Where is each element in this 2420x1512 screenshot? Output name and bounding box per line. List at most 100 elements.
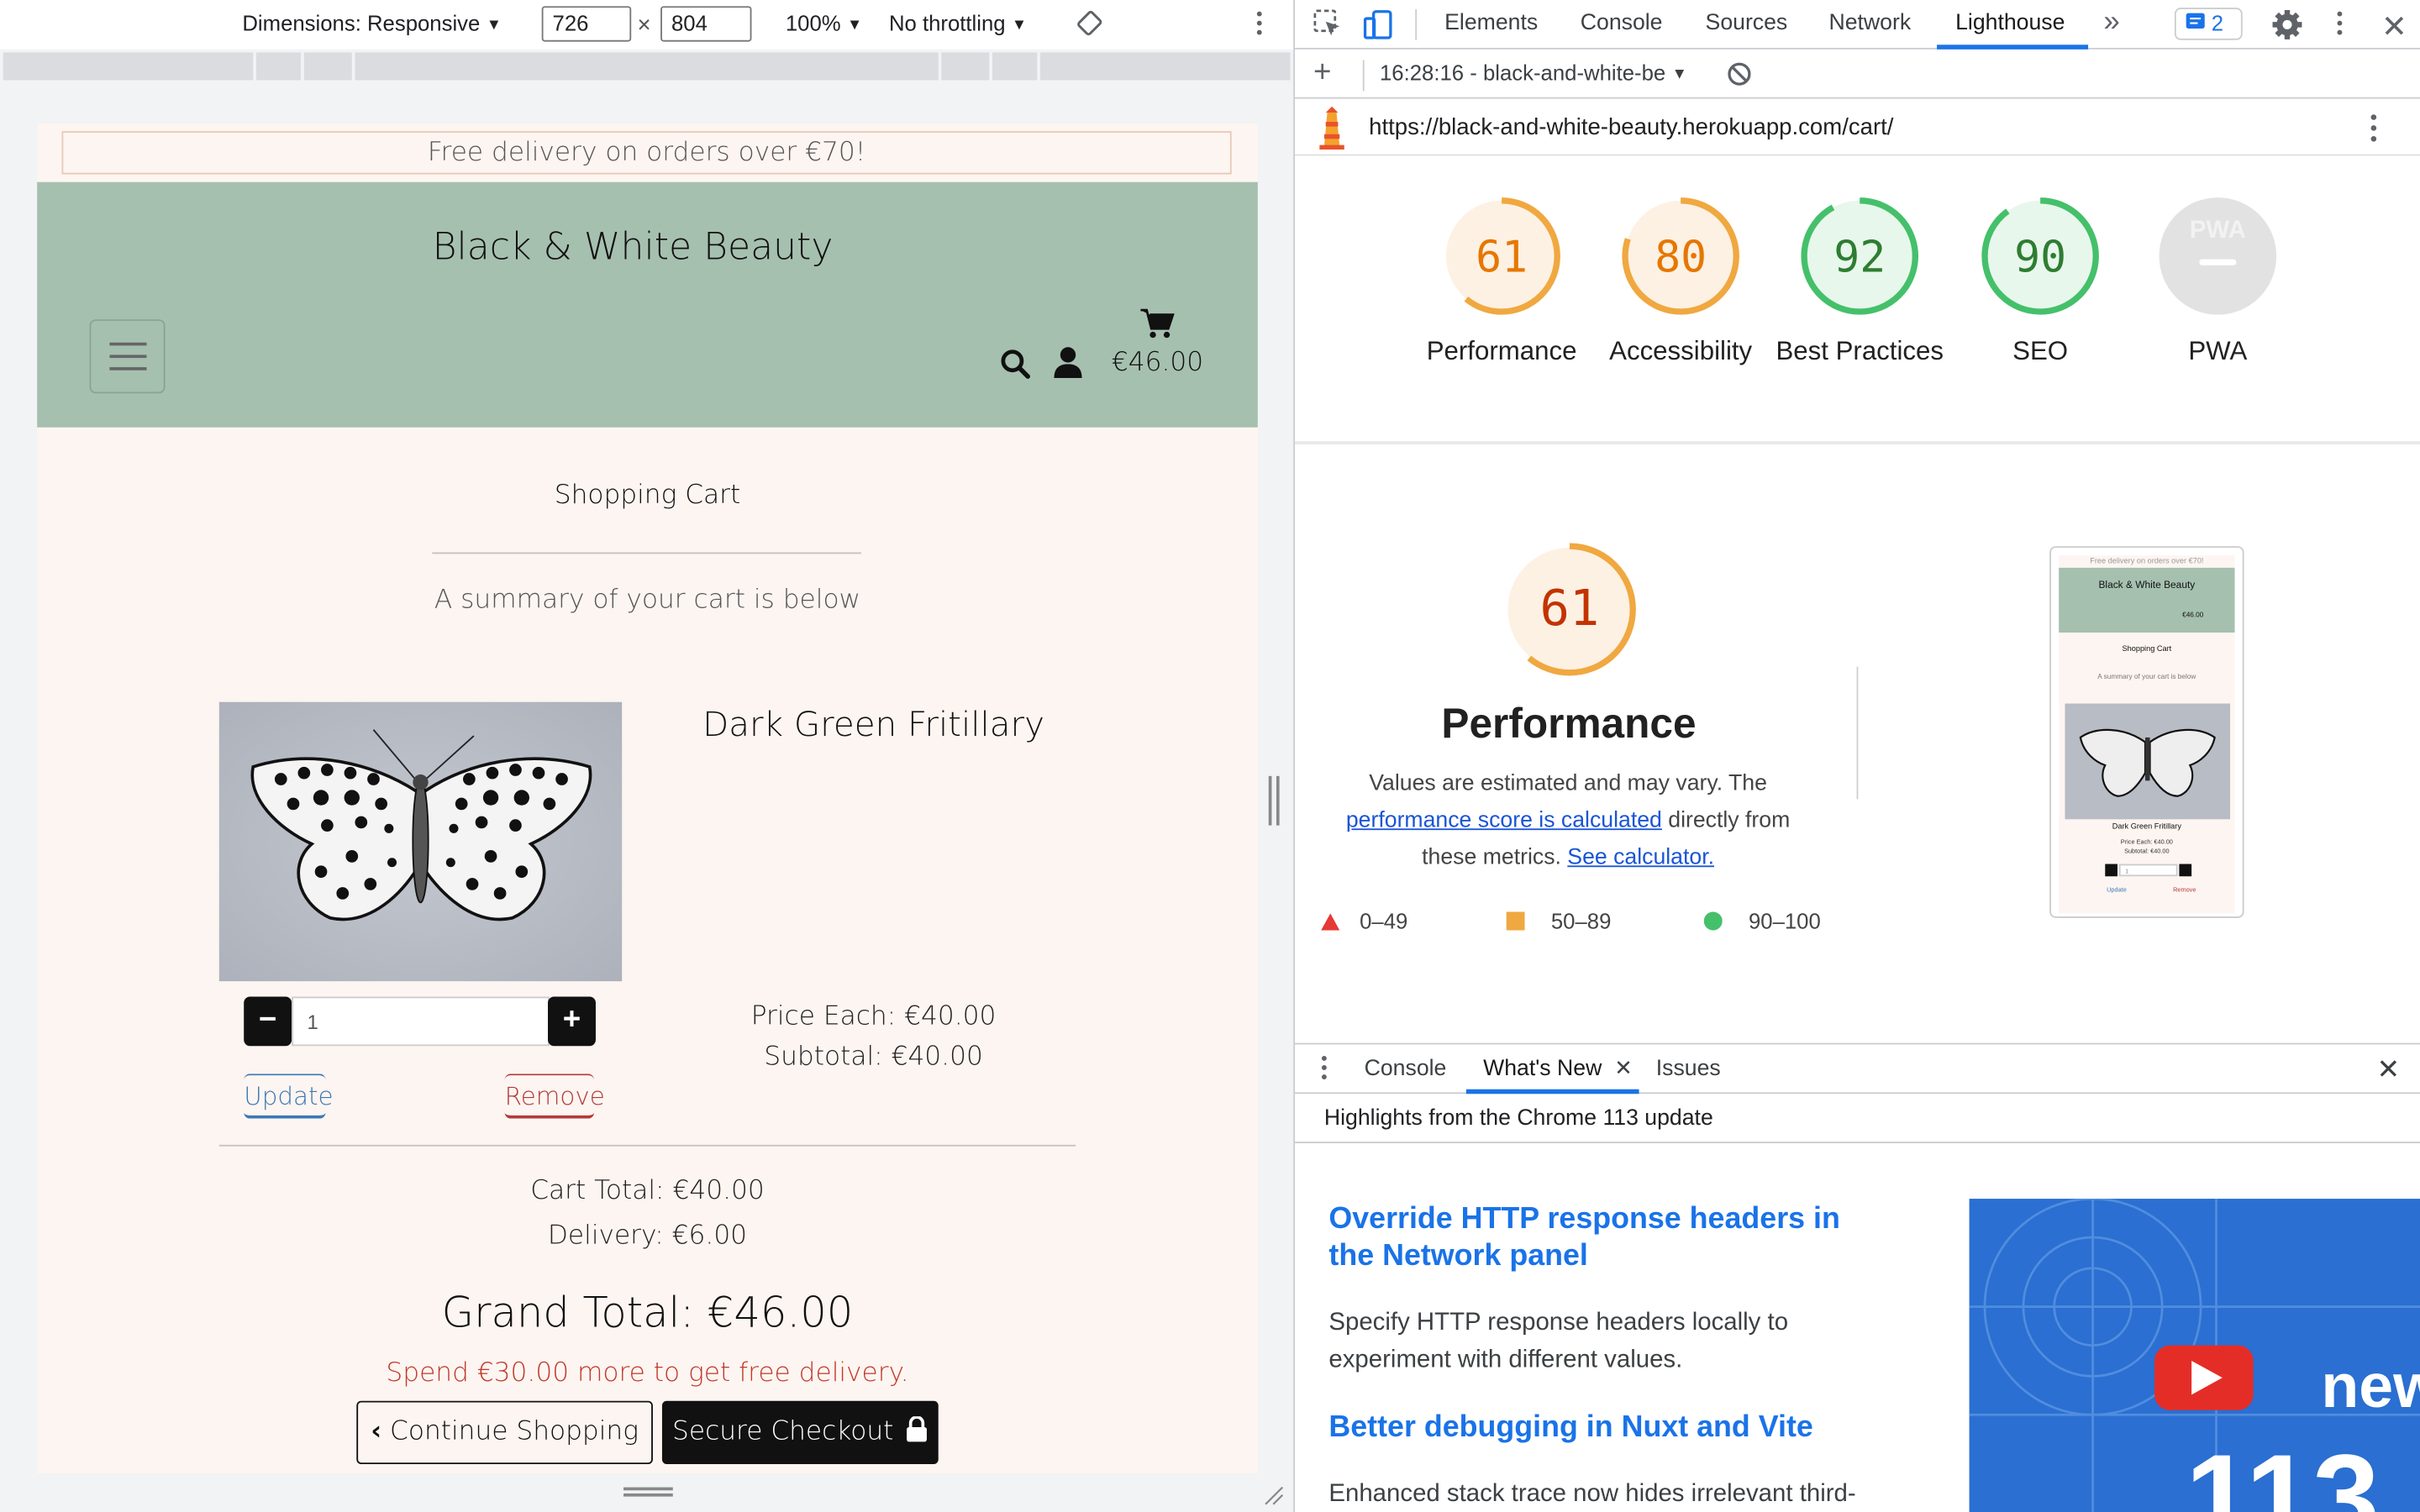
resize-handle-bottom[interactable] <box>623 1487 673 1500</box>
cart-total: €46.00 <box>1111 347 1204 378</box>
score-value: 92 <box>1833 232 1886 282</box>
page-screenshot-thumbnail[interactable]: Free delivery on orders over €70! Black … <box>2049 546 2244 918</box>
video-version-label: 113 <box>2186 1430 2380 1512</box>
chevron-down-icon: ▼ <box>1671 66 1687 84</box>
more-tabs-icon[interactable]: » <box>2103 6 2119 39</box>
inspect-element-icon[interactable] <box>1313 9 1343 45</box>
account-icon[interactable] <box>1053 345 1086 382</box>
legend-pass: 90–100 <box>1703 909 1821 933</box>
thumb-banner: Free delivery on orders over €70! <box>2090 557 2204 567</box>
settings-icon[interactable] <box>2272 9 2303 46</box>
decrement-button[interactable]: − <box>244 996 292 1047</box>
remove-button[interactable]: Remove <box>504 1074 605 1119</box>
pwa-icon: PWA <box>2159 197 2277 315</box>
product-name[interactable]: Dark Green Fritillary <box>623 706 1123 745</box>
thumb-update: Update <box>2107 885 2127 894</box>
close-tab-icon[interactable]: ✕ <box>1614 1055 1633 1081</box>
score-ring: 61 <box>1443 197 1560 315</box>
score-calculation-link[interactable]: performance score is calculated <box>1346 808 1662 832</box>
customize-icon[interactable] <box>2332 9 2347 43</box>
performance-score: 61 <box>1540 579 1600 637</box>
report-selector[interactable]: 16:28:16 - black-and-white-be ▼ <box>1380 60 1687 85</box>
feature-title[interactable]: Override HTTP response headers in the Ne… <box>1328 1200 1884 1274</box>
score-ring: 92 <box>1801 197 1919 315</box>
continue-shopping-label: Continue Shopping <box>390 1416 639 1447</box>
height-input[interactable]: 804 <box>660 6 752 42</box>
resize-handle-corner[interactable] <box>1262 1484 1284 1506</box>
increment-button[interactable]: + <box>548 996 596 1047</box>
width-input[interactable]: 726 <box>541 6 632 42</box>
gauge-label: Best Practices <box>1776 336 1944 366</box>
page-title: Shopping Cart <box>554 480 741 511</box>
update-button[interactable]: Update <box>244 1074 334 1119</box>
quantity-input[interactable]: 1 <box>292 996 550 1047</box>
report-menu-icon[interactable] <box>2366 113 2381 150</box>
score-ring: 80 <box>1622 197 1739 315</box>
gauge-pwa[interactable]: PWA PWA <box>2156 194 2280 365</box>
site-brand[interactable]: Black & White Beauty <box>37 225 1228 268</box>
tab-sources[interactable]: Sources <box>1706 11 1788 35</box>
devtools-panel: Elements Console Sources Network Lightho… <box>1293 0 2420 1512</box>
thumb-cart-subtitle: A summary of your cart is below <box>2097 672 2196 680</box>
throttling-dropdown[interactable]: No throttling ▼ <box>889 11 1027 35</box>
secure-checkout-button[interactable]: Secure Checkout <box>661 1400 939 1465</box>
device-mode-pane: Dimensions: Responsive ▼ 726 × 804 100% ▼ … <box>0 0 1294 1512</box>
score-ring: 90 <box>1981 197 2099 315</box>
gauge-seo[interactable]: 90 SEO <box>1979 194 2102 365</box>
score-value: 61 <box>1476 232 1528 282</box>
cart-total-line: Cart Total: €40.00 <box>530 1175 765 1207</box>
drawer-tab-issues[interactable]: Issues <box>1656 1057 1721 1081</box>
thumb-product-image <box>2065 703 2231 820</box>
divider <box>1294 441 2420 444</box>
performance-title: Performance <box>1441 700 1697 747</box>
cart-button[interactable]: €46.00 <box>1110 308 1206 386</box>
calculator-link[interactable]: See calculator. <box>1567 846 1714 870</box>
square-icon <box>1506 911 1525 931</box>
feature-title[interactable]: Better debugging in Nuxt and Vite <box>1328 1409 1884 1446</box>
tab-lighthouse[interactable]: Lighthouse <box>1955 11 2065 35</box>
continue-shopping-button[interactable]: ‹ Continue Shopping <box>356 1400 653 1465</box>
tab-console[interactable]: Console <box>1581 11 1663 35</box>
drawer-tab-whats-new[interactable]: What's New <box>1483 1057 1602 1081</box>
circle-icon <box>1703 911 1723 931</box>
tab-elements[interactable]: Elements <box>1444 11 1538 35</box>
divider <box>218 1144 1076 1147</box>
gauge-accessibility[interactable]: 80 Accessibility <box>1609 194 1752 365</box>
report-url-bar: https://black-and-white-beauty.herokuapp… <box>1294 100 2420 156</box>
page-viewport: Free delivery on orders over €70! Black … <box>37 123 1258 1474</box>
cart-icon <box>1140 308 1175 339</box>
gauge-performance[interactable]: 61 Performance <box>1427 194 1576 365</box>
dimensions-label: Dimensions: Responsive <box>242 10 481 36</box>
lighthouse-toolbar: + 16:28:16 - black-and-white-be ▼ <box>1294 51 2420 99</box>
issues-badge[interactable]: 2 <box>2174 8 2243 40</box>
gauge-best-practices[interactable]: 92 Best Practices <box>1776 194 1944 365</box>
more-options-icon[interactable] <box>1252 9 1267 42</box>
menu-toggle-button[interactable] <box>89 319 166 394</box>
feature-description: Specify HTTP response headers locally to… <box>1328 1310 1789 1373</box>
chevron-left-icon: ‹ <box>371 1416 382 1447</box>
device-toolbar-icon[interactable] <box>1363 9 1394 46</box>
media-query-bar[interactable] <box>3 52 1291 81</box>
drawer-menu-icon[interactable] <box>1319 1053 1328 1087</box>
report-url[interactable]: https://black-and-white-beauty.herokuapp… <box>1369 114 1893 140</box>
clear-reports-icon[interactable] <box>1727 61 1751 91</box>
search-icon[interactable] <box>1000 349 1034 382</box>
gauge-label: Accessibility <box>1609 336 1753 366</box>
video-new-label: new <box>2321 1351 2420 1420</box>
gauge-label: PWA <box>2188 336 2248 366</box>
thumb-cart-title: Shopping Cart <box>2122 644 2172 654</box>
rotate-icon[interactable] <box>1076 9 1103 42</box>
divider <box>1856 666 1859 800</box>
new-report-icon[interactable]: + <box>1313 55 1331 91</box>
tab-network[interactable]: Network <box>1828 11 1911 35</box>
drawer-tab-console[interactable]: Console <box>1365 1057 1447 1081</box>
close-drawer-icon[interactable]: ✕ <box>2377 1053 2401 1086</box>
close-icon[interactable]: ✕ <box>2381 8 2407 46</box>
report-label: 16:28:16 - black-and-white-be <box>1380 60 1666 86</box>
dimensions-dropdown[interactable]: Dimensions: Responsive ▼ <box>242 11 502 35</box>
resize-handle-side[interactable] <box>1268 775 1281 826</box>
pwa-badge-text: PWA <box>2190 216 2246 244</box>
zoom-dropdown[interactable]: 100% ▼ <box>786 11 862 35</box>
release-video-thumbnail[interactable]: new 113 <box>1969 1199 2420 1512</box>
whats-new-header: Highlights from the Chrome 113 update <box>1294 1095 2420 1143</box>
